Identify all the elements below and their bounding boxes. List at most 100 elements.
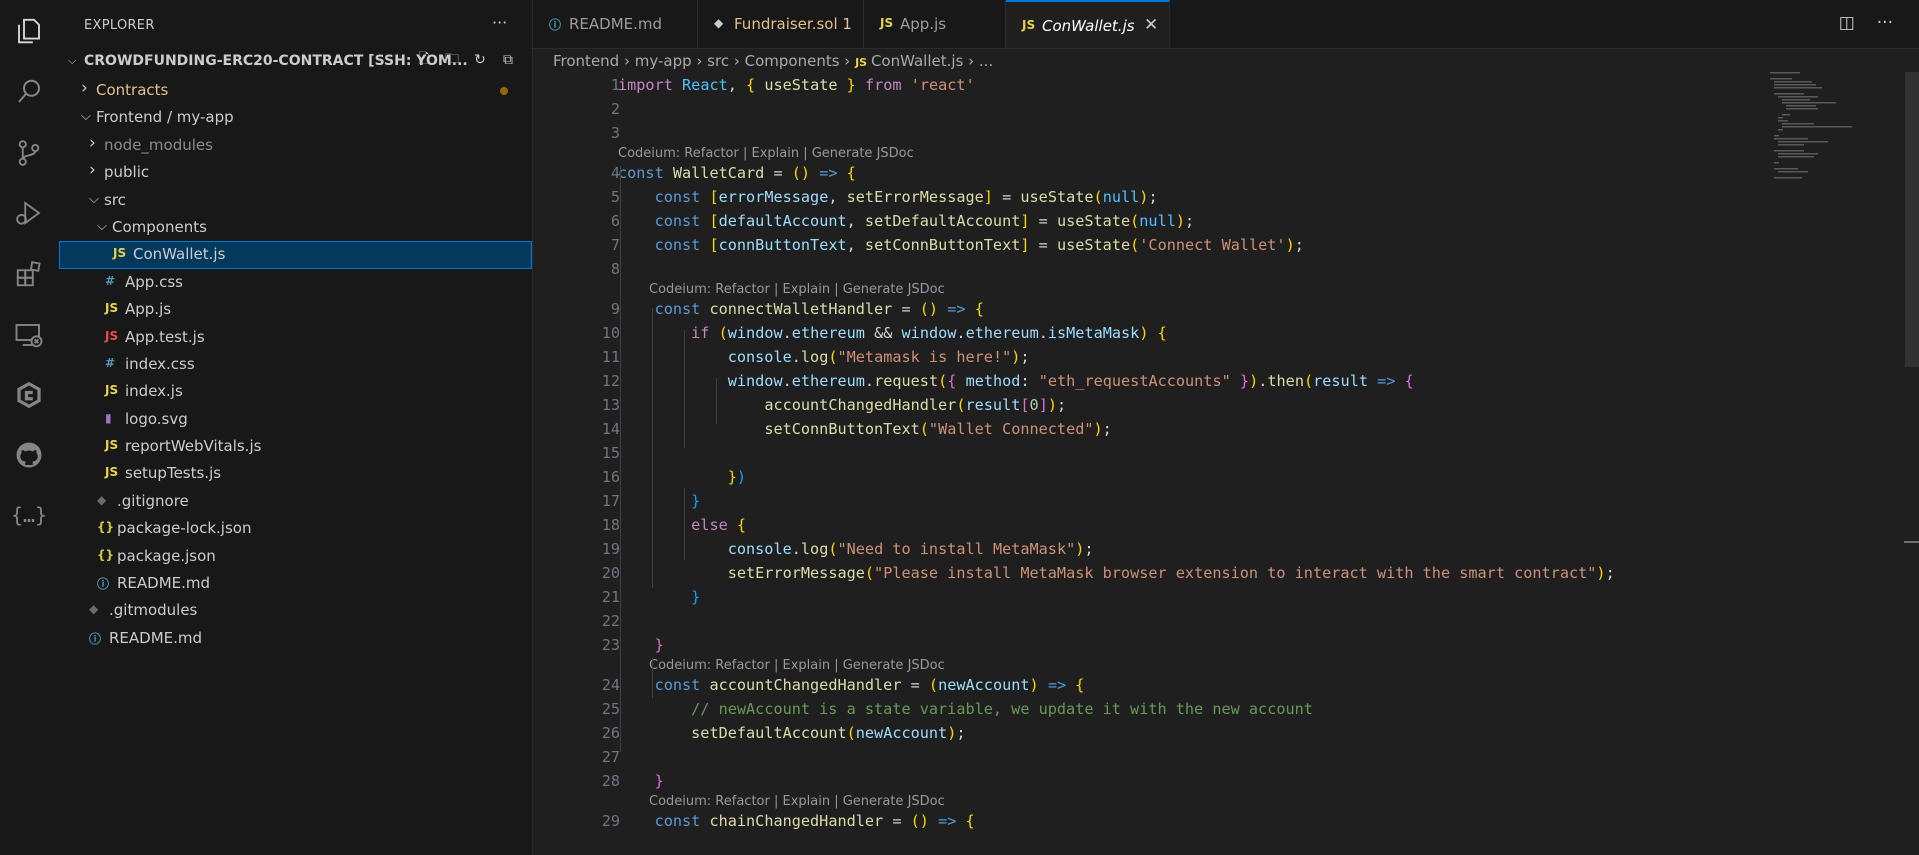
code-line: 16 }) [533, 466, 1919, 490]
tree-item-label: Frontend / my-app [96, 108, 234, 127]
tab-readme-md[interactable]: ⓘ README.md [533, 0, 698, 48]
code-text: setErrorMessage("Please install MetaMask… [727, 564, 1615, 582]
file-item[interactable]: JS setupTests.js [59, 460, 532, 487]
tab-fundraiser-sol-1[interactable]: ◆ Fundraiser.sol 1 [698, 0, 864, 48]
info-file-icon: ⓘ [89, 631, 102, 646]
indent-guide [620, 166, 621, 752]
code-text: console.log("Metamask is here!"); [727, 348, 1030, 366]
folder-item[interactable]: › node_modules [59, 132, 532, 159]
file-item[interactable]: ◆ .gitignore [59, 488, 532, 515]
code-text: const [connButtonText, setConnButtonText… [654, 236, 1304, 254]
line-number: 9 [610, 300, 620, 318]
collapse-all-icon[interactable]: ⧉ [498, 50, 518, 70]
codeium-codelens[interactable]: Codeium: Refactor | Explain | Generate J… [533, 282, 1919, 298]
code-text: accountChangedHandler(result[0]); [764, 396, 1067, 414]
code-line: 15 [533, 442, 1919, 466]
search-icon[interactable] [12, 75, 46, 109]
folder-item[interactable]: ⌵ src [59, 187, 532, 214]
code-text: import React, { useState } from 'react' [618, 76, 975, 94]
explorer-icon[interactable] [12, 14, 46, 48]
source-control-icon[interactable] [12, 136, 46, 170]
codelens-actions[interactable]: Codeium: Refactor | Explain | Generate J… [649, 658, 945, 673]
json-file-icon: {} [97, 520, 115, 535]
breadcrumb-separator: › [619, 52, 635, 70]
run-debug-icon[interactable] [12, 196, 46, 230]
file-item[interactable]: # App.css [59, 269, 532, 296]
line-number: 15 [601, 444, 620, 462]
file-item[interactable]: ◆ .gitmodules [59, 597, 532, 624]
code-text: const connectWalletHandler = () => { [654, 300, 984, 318]
line-number: 29 [601, 812, 620, 830]
breadcrumb-item[interactable]: Components [745, 52, 840, 70]
more-actions-icon[interactable]: ··· [1877, 13, 1893, 33]
chevron-down-icon: ⌵ [68, 54, 77, 67]
split-editor-icon[interactable]: ◫ [1839, 13, 1855, 33]
code-editor[interactable]: 1 import React, { useState } from 'react'… [533, 74, 1919, 834]
code-line: 28 } [533, 770, 1919, 794]
chevron-right-icon: › [81, 78, 88, 98]
line-number: 25 [601, 700, 620, 718]
breadcrumb-item[interactable]: my-app [635, 52, 692, 70]
js-file-icon: JS [105, 465, 119, 480]
indent-guide [652, 658, 653, 698]
js-file-icon: JS [105, 383, 119, 398]
file-item[interactable]: {} package.json [59, 543, 532, 570]
file-item[interactable]: JS reportWebVitals.js [59, 433, 532, 460]
folder-item[interactable]: ⌵ Frontend / my-app [59, 104, 532, 131]
line-number: 18 [601, 516, 620, 534]
line-number: 21 [601, 588, 620, 606]
breadcrumb-item[interactable]: Frontend [553, 52, 619, 70]
code-text: } [654, 636, 664, 654]
codeium-codelens[interactable]: Codeium: Refactor | Explain | Generate J… [533, 794, 1919, 810]
code-line: 26 setDefaultAccount(newAccount); [533, 722, 1919, 746]
solidity-file-icon: ◆ [714, 16, 724, 30]
file-item[interactable]: JS App.js [59, 296, 532, 323]
codelens-actions[interactable]: Codeium: Refactor | Explain | Generate J… [649, 794, 945, 809]
folder-item[interactable]: ⌵ Components [59, 214, 532, 241]
tab-app-js[interactable]: JS App.js [864, 0, 1006, 48]
codeium-codelens[interactable]: Codeium: Refactor | Explain | Generate J… [533, 658, 1919, 674]
code-line: 25 // newAccount is a state variable, we… [533, 698, 1919, 722]
breadcrumb-separator: › [691, 52, 708, 70]
file-item[interactable]: JS ConWallet.js [59, 241, 532, 269]
file-item[interactable]: ⓘ README.md [59, 570, 532, 597]
js-file-icon: JS [105, 301, 119, 316]
new-folder-icon[interactable]: 🗀 [442, 50, 462, 70]
more-actions-icon[interactable]: ··· [492, 13, 507, 32]
folder-item[interactable]: › Contracts [59, 77, 532, 104]
codelens-actions[interactable]: Codeium: Refactor | Explain | Generate J… [618, 146, 914, 161]
remote-explorer-icon[interactable] [12, 318, 46, 352]
breadcrumb-item[interactable]: ConWallet.js [871, 52, 963, 70]
file-item[interactable]: JS App.test.js [59, 324, 532, 351]
file-item[interactable]: JS index.js [59, 378, 532, 405]
minimap[interactable] [1770, 72, 1890, 182]
css-file-icon: # [105, 273, 116, 288]
codeium-icon[interactable] [12, 378, 46, 412]
code-line: 13 accountChangedHandler(result[0]); [533, 394, 1919, 418]
close-icon[interactable]: ✕ [1144, 15, 1158, 35]
project-header[interactable]: ⌵ CROWDFUNDING-ERC20-CONTRACT [SSH: YOM.… [59, 50, 532, 74]
file-item[interactable]: ▮ logo.svg [59, 406, 532, 433]
tab-conwallet-js[interactable]: JS ConWallet.js ✕ [1006, 0, 1170, 48]
code-line: 7 const [connButtonText, setConnButtonTe… [533, 234, 1919, 258]
codeium-codelens[interactable]: Codeium: Refactor | Explain | Generate J… [533, 146, 1919, 162]
code-text: const WalletCard = () => { [618, 164, 856, 182]
json-icon[interactable]: {…} [11, 498, 47, 532]
new-file-icon[interactable]: 🗋 [414, 50, 434, 70]
file-item[interactable]: {} package-lock.json [59, 515, 532, 542]
line-number: 6 [610, 212, 620, 230]
file-item[interactable]: # index.css [59, 351, 532, 378]
code-text: } [691, 588, 701, 606]
refresh-icon[interactable]: ↻ [470, 50, 490, 70]
code-text: else { [691, 516, 747, 534]
codelens-actions[interactable]: Codeium: Refactor | Explain | Generate J… [649, 282, 945, 297]
breadcrumb-item[interactable]: src [707, 52, 729, 70]
folder-item[interactable]: › public [59, 159, 532, 186]
github-icon[interactable] [12, 438, 46, 472]
line-number: 10 [601, 324, 620, 342]
editor-scrollbar[interactable] [1905, 72, 1919, 367]
breadcrumb-item[interactable]: ... [979, 52, 993, 70]
extensions-icon[interactable] [12, 257, 46, 291]
code-line: 10 if (window.ethereum && window.ethereu… [533, 322, 1919, 346]
file-item[interactable]: ⓘ README.md [59, 625, 532, 652]
